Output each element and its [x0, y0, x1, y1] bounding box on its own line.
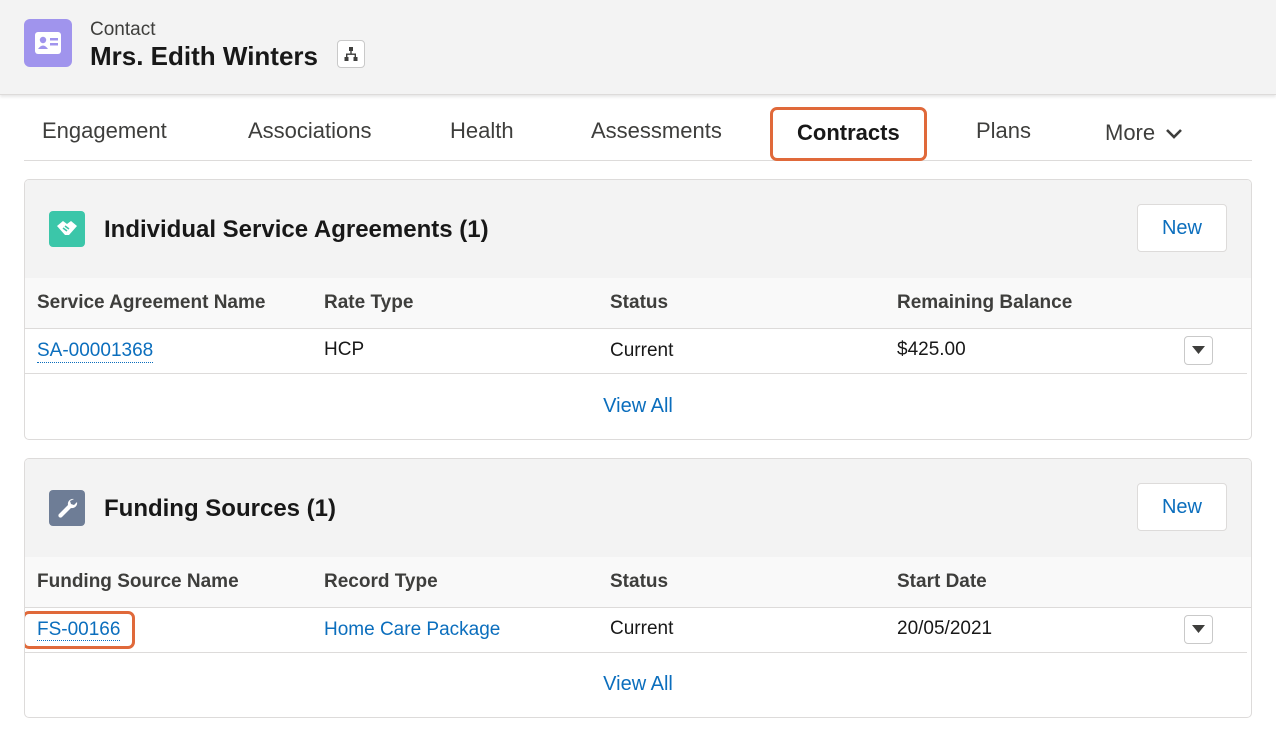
tab-contracts[interactable]: Contracts [770, 107, 927, 161]
column-header[interactable]: Start Date [897, 571, 987, 593]
new-funding-source-button[interactable]: New [1137, 483, 1227, 531]
table-row: SA-00001368 HCP Current $425.00 [25, 328, 1247, 374]
start-date-cell: 20/05/2021 [897, 618, 993, 639]
tab-more[interactable]: More [1105, 120, 1183, 146]
handshake-icon [49, 211, 85, 247]
funding-source-name-link[interactable]: FS-00166 [37, 619, 121, 641]
column-header[interactable]: Rate Type [324, 292, 413, 314]
contact-card-icon [24, 19, 72, 67]
hierarchy-button[interactable] [337, 40, 365, 68]
object-type-label: Contact [90, 19, 156, 40]
view-all-link[interactable]: View All [25, 395, 1251, 418]
highlight-outline: FS-00166 [25, 611, 136, 649]
caret-down-icon [1192, 346, 1205, 354]
tab-health[interactable]: Health [450, 118, 514, 144]
record-type-link[interactable]: Home Care Package [324, 619, 500, 641]
status-cell: Current [610, 340, 674, 361]
balance-cell: $425.00 [897, 339, 966, 360]
chevron-down-icon [1166, 129, 1183, 140]
card-title: Funding Sources (1) [104, 495, 337, 522]
row-actions-button[interactable] [1184, 615, 1213, 644]
tab-engagement[interactable]: Engagement [42, 118, 167, 144]
hierarchy-icon [344, 47, 358, 61]
row-actions-button[interactable] [1184, 336, 1213, 365]
table-header: Funding Source Name Record Type Status S… [25, 557, 1251, 608]
record-title: Mrs. Edith Winters [90, 41, 319, 71]
column-header[interactable]: Funding Source Name [37, 571, 239, 593]
caret-down-icon [1192, 625, 1205, 633]
rate-type-cell: HCP [324, 339, 365, 360]
card-header: Funding Sources (1) New [25, 459, 1251, 558]
view-all-link[interactable]: View All [25, 673, 1251, 696]
status-cell: Current [610, 618, 674, 639]
column-header[interactable]: Record Type [324, 571, 438, 593]
card-title: Individual Service Agreements (1) [104, 216, 489, 243]
column-header[interactable]: Status [610, 292, 668, 314]
record-header: Contact Mrs. Edith Winters [0, 0, 1276, 95]
tab-more-label: More [1105, 120, 1156, 145]
table-header: Service Agreement Name Rate Type Status … [25, 278, 1251, 329]
column-header[interactable]: Service Agreement Name [37, 292, 265, 314]
funding-sources-card: Funding Sources (1) New Funding Source N… [24, 458, 1252, 718]
agreement-name-link[interactable]: SA-00001368 [37, 340, 154, 363]
tab-plans[interactable]: Plans [976, 118, 1031, 144]
wrench-icon [49, 490, 85, 526]
tab-associations[interactable]: Associations [248, 118, 372, 144]
tab-bar: Engagement Associations Health Assessmen… [24, 104, 1252, 161]
tab-assessments[interactable]: Assessments [591, 118, 722, 144]
column-header[interactable]: Remaining Balance [897, 292, 1072, 314]
service-agreements-card: Individual Service Agreements (1) New Se… [24, 179, 1252, 440]
new-agreement-button[interactable]: New [1137, 204, 1227, 252]
table-row: FS-00166 Home Care Package Current 20/05… [25, 607, 1247, 653]
column-header[interactable]: Status [610, 571, 668, 593]
card-header: Individual Service Agreements (1) New [25, 180, 1251, 279]
